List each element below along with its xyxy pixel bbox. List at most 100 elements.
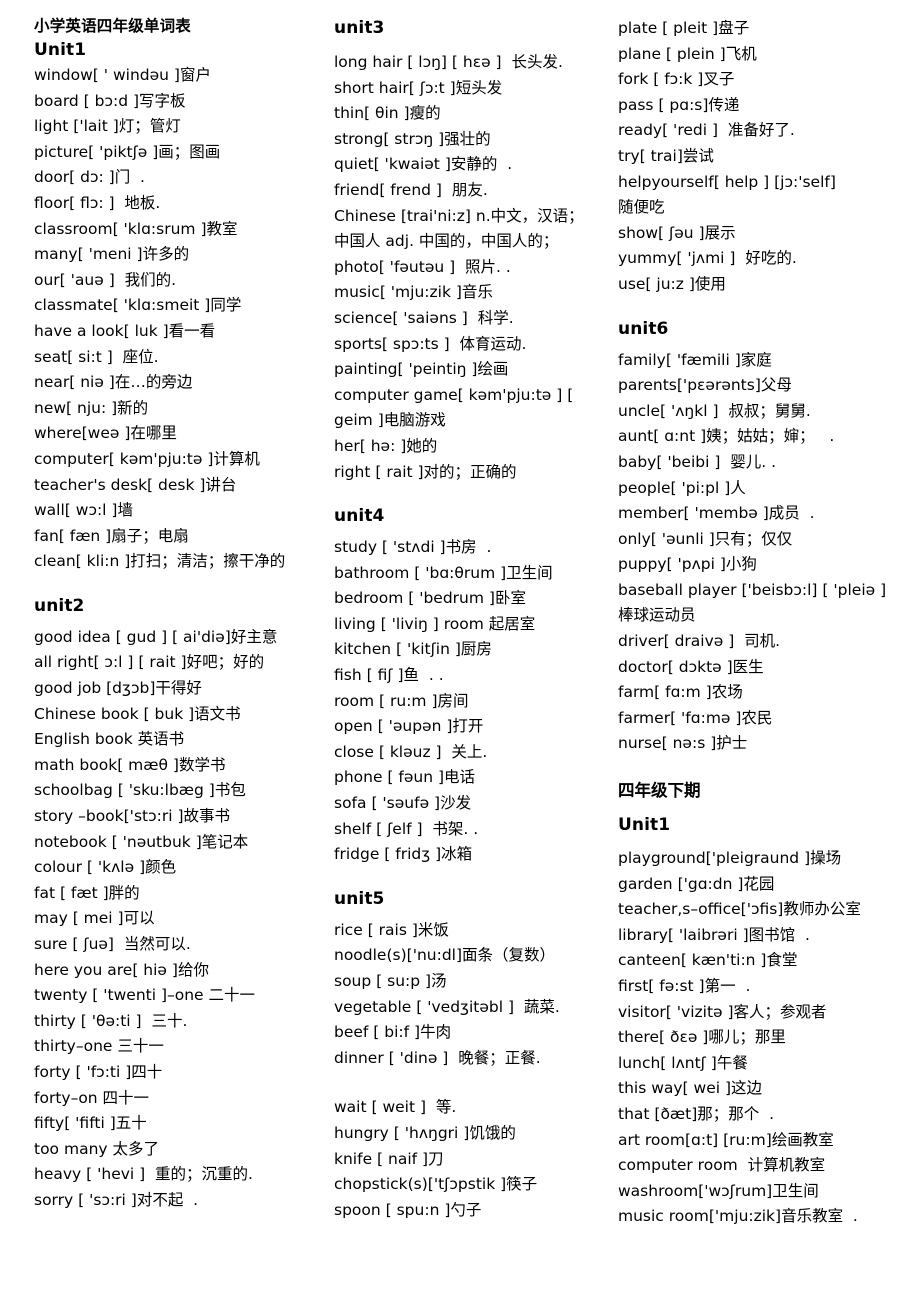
word-entry: new[ nju: ]新的: [34, 398, 149, 417]
page-title: 小学英语四年级单词表: [34, 17, 192, 35]
column-one: 小学英语四年级单词表 Unit1 window[ ' windəu ]窗户 bo…: [8, 16, 310, 1214]
word-entry: 棒球运动员: [618, 606, 696, 625]
word-entry: first[ fə:st ]第一 .: [618, 977, 751, 995]
word-entry: parents['pɛərənts]父母: [618, 376, 792, 395]
word-entry: soup [ su:p ]汤: [334, 972, 447, 990]
word-entry: plane [ plein ]飞机: [618, 44, 757, 63]
word-entry: picture[ 'piktʃə ]画；图画: [34, 142, 221, 161]
word-entry: sofa [ 'səufə ]沙发: [334, 794, 472, 813]
word-entry: bathroom [ 'bɑ:θrum ]卫生间: [334, 563, 553, 582]
word-entry: show[ ʃəu ]展示: [618, 223, 736, 242]
word-entry: only[ 'əunli ]只有；仅仅: [618, 529, 793, 548]
word-entry: classmate[ 'klɑ:smeit ]同学: [34, 296, 242, 315]
word-entry: computer game[ kəm'pju:tə ] [: [334, 385, 574, 404]
word-entry: farm[ fɑ:m ]农场: [618, 683, 743, 702]
word-entry: strong[ strɔŋ ]强壮的: [334, 129, 491, 148]
word-entry: sports[ spɔ:ts ] 体育运动.: [334, 334, 527, 353]
word-entry: 随便吃: [618, 198, 665, 217]
word-entry: all right[ ɔ:l ] [ rait ]好吧；好的: [34, 653, 265, 672]
word-entry: clean[ kli:n ]打扫；清洁；擦干净的: [34, 552, 286, 571]
column-two: unit3 long hair [ lɔŋ] [ hɛə ] 长头发. shor…: [310, 16, 610, 1223]
word-entry: vegetable [ 'vedʒitəbl ] 蔬菜.: [334, 997, 560, 1016]
word-entry: this way[ wei ]这边: [618, 1079, 763, 1098]
word-entry: shelf [ ʃelf ] 书架. .: [334, 819, 479, 838]
word-entry: teacher,s–office['ɔfis]教师办公室: [618, 900, 861, 919]
word-entry: playground['pleigraund ]操场: [618, 849, 842, 868]
word-entry: fork [ fɔ:k ]叉子: [618, 70, 735, 89]
word-entry: library[ 'laibrəri ]图书馆 .: [618, 925, 810, 944]
word-entry: right [ rait ]对的；正确的: [334, 462, 517, 481]
word-entry: family[ 'fæmili ]家庭: [618, 350, 772, 369]
word-entry: member[ 'membə ]成员 .: [618, 504, 815, 523]
heading-unit6: unit6: [618, 318, 669, 339]
three-column-layout: 小学英语四年级单词表 Unit1 window[ ' windəu ]窗户 bo…: [8, 16, 912, 1230]
word-entry: here you are[ hiə ]给你: [34, 960, 209, 979]
word-entry: noodle(s)['nu:dl]面条（复数）: [334, 946, 556, 965]
word-entry: there[ ðɛə ]哪儿；那里: [618, 1028, 786, 1047]
word-entry: fridge [ fridʒ ]冰箱: [334, 845, 473, 864]
word-entry: her[ hə: ]她的: [334, 436, 438, 455]
term2-unit1-entry-list: playground['pleigraund ]操场 garden ['gɑ:d…: [618, 846, 912, 1230]
word-entry: friend[ frend ] 朋友.: [334, 180, 488, 199]
word-entry: rice [ rais ]米饭: [334, 920, 449, 939]
word-entry: pass [ pɑ:s]传递: [618, 95, 740, 114]
word-entry: beef [ bi:f ]牛肉: [334, 1023, 452, 1042]
word-entry: visitor[ 'vizitə ]客人；参观者: [618, 1002, 827, 1021]
word-entry: farmer[ 'fɑ:mə ]农民: [618, 708, 773, 727]
word-entry: computer[ kəm'pju:tə ]计算机: [34, 449, 260, 468]
word-entry: room [ ru:m ]房间: [334, 691, 469, 710]
word-entry: where[weə ]在哪里: [34, 424, 177, 443]
word-entry: try[ trai]尝试: [618, 146, 714, 165]
word-entry: study [ 'stʌdi ]书房 .: [334, 538, 492, 557]
word-entry: nurse[ nə:s ]护士: [618, 734, 748, 753]
word-entry: open [ 'əupən ]打开: [334, 717, 484, 736]
word-entry: painting[ 'peintiŋ ]绘画: [334, 360, 509, 379]
word-entry: music[ 'mju:zik ]音乐: [334, 283, 493, 302]
unit5-continued-entry-list: plate [ pleit ]盘子 plane [ plein ]飞机 fork…: [618, 16, 912, 298]
word-entry: too many 太多了: [34, 1139, 159, 1158]
word-entry: lunch[ lʌntʃ ]午餐: [618, 1053, 748, 1072]
word-entry: doctor[ dɔktə ]医生: [618, 657, 764, 676]
word-entry: board [ bɔ:d ]写字板: [34, 91, 186, 110]
heading-term2-unit1: Unit1: [618, 815, 671, 836]
word-entry: may [ mei ]可以: [34, 909, 155, 928]
word-entry: many[ 'meni ]许多的: [34, 245, 190, 264]
word-entry: heavy [ 'hevi ] 重的；沉重的.: [34, 1165, 253, 1184]
unit1-entry-list: window[ ' windəu ]窗户 board [ bɔ:d ]写字板 l…: [34, 63, 310, 575]
word-entry: forty–on 四十一: [34, 1088, 150, 1107]
word-entry: music room['mju:zik]音乐教室 .: [618, 1207, 858, 1226]
word-entry: have a look[ luk ]看一看: [34, 321, 216, 340]
word-entry: fan[ fæn ]扇子；电扇: [34, 526, 189, 545]
heading-unit5: unit5: [334, 888, 385, 909]
word-entry: garden ['gɑ:dn ]花园: [618, 874, 775, 893]
word-entry: thirty [ 'θə:ti ] 三十.: [34, 1011, 188, 1030]
word-entry: art room[ɑ:t] [ru:m]绘画教室: [618, 1130, 834, 1149]
word-entry: thin[ θin ]瘦的: [334, 104, 441, 123]
word-entry: our[ 'auə ] 我们的.: [34, 270, 177, 289]
word-entry: canteen[ kæn'ti:n ]食堂: [618, 951, 798, 970]
word-entry: short hair[ ʃɔ:t ]短头发: [334, 78, 503, 97]
heading-unit4: unit4: [334, 506, 385, 527]
word-entry: chopstick(s)['tʃɔpstik ]筷子: [334, 1175, 538, 1194]
word-entry: sure [ ʃuə] 当然可以.: [34, 935, 191, 953]
word-entry: baseball player ['beisbɔ:l] [ 'pleiə ]: [618, 580, 887, 599]
word-entry: Chinese book [ buk ]语文书: [34, 704, 241, 723]
word-entry: classroom[ 'klɑ:srum ]教室: [34, 219, 238, 238]
word-entry: schoolbag [ 'sku:lbæg ]书包: [34, 781, 246, 800]
word-entry: wait [ weit ] 等.: [334, 1098, 457, 1117]
word-entry: colour [ 'kʌlə ]颜色: [34, 858, 177, 877]
column-three: plate [ pleit ]盘子 plane [ plein ]飞机 fork…: [610, 16, 912, 1230]
word-entry: driver[ draivə ] 司机.: [618, 632, 781, 651]
word-entry: thirty–one 三十一: [34, 1037, 164, 1056]
word-entry: twenty [ 'twenti ]–one 二十一: [34, 986, 256, 1005]
word-entry: washroom['wɔʃrum]卫生间: [618, 1181, 819, 1200]
word-entry: bedroom [ 'bedrum ]卧室: [334, 589, 526, 608]
heading-unit1: Unit1: [34, 40, 87, 60]
word-entry: that [ðæt]那；那个 .: [618, 1104, 775, 1123]
word-entry: phone [ fəun ]电话: [334, 768, 476, 787]
word-entry: floor[ flɔ: ] 地板.: [34, 193, 161, 212]
word-entry: good idea [ gud ] [ ai'diə]好主意: [34, 627, 278, 646]
word-entry: English book 英语书: [34, 730, 185, 749]
word-entry: plate [ pleit ]盘子: [618, 19, 750, 37]
